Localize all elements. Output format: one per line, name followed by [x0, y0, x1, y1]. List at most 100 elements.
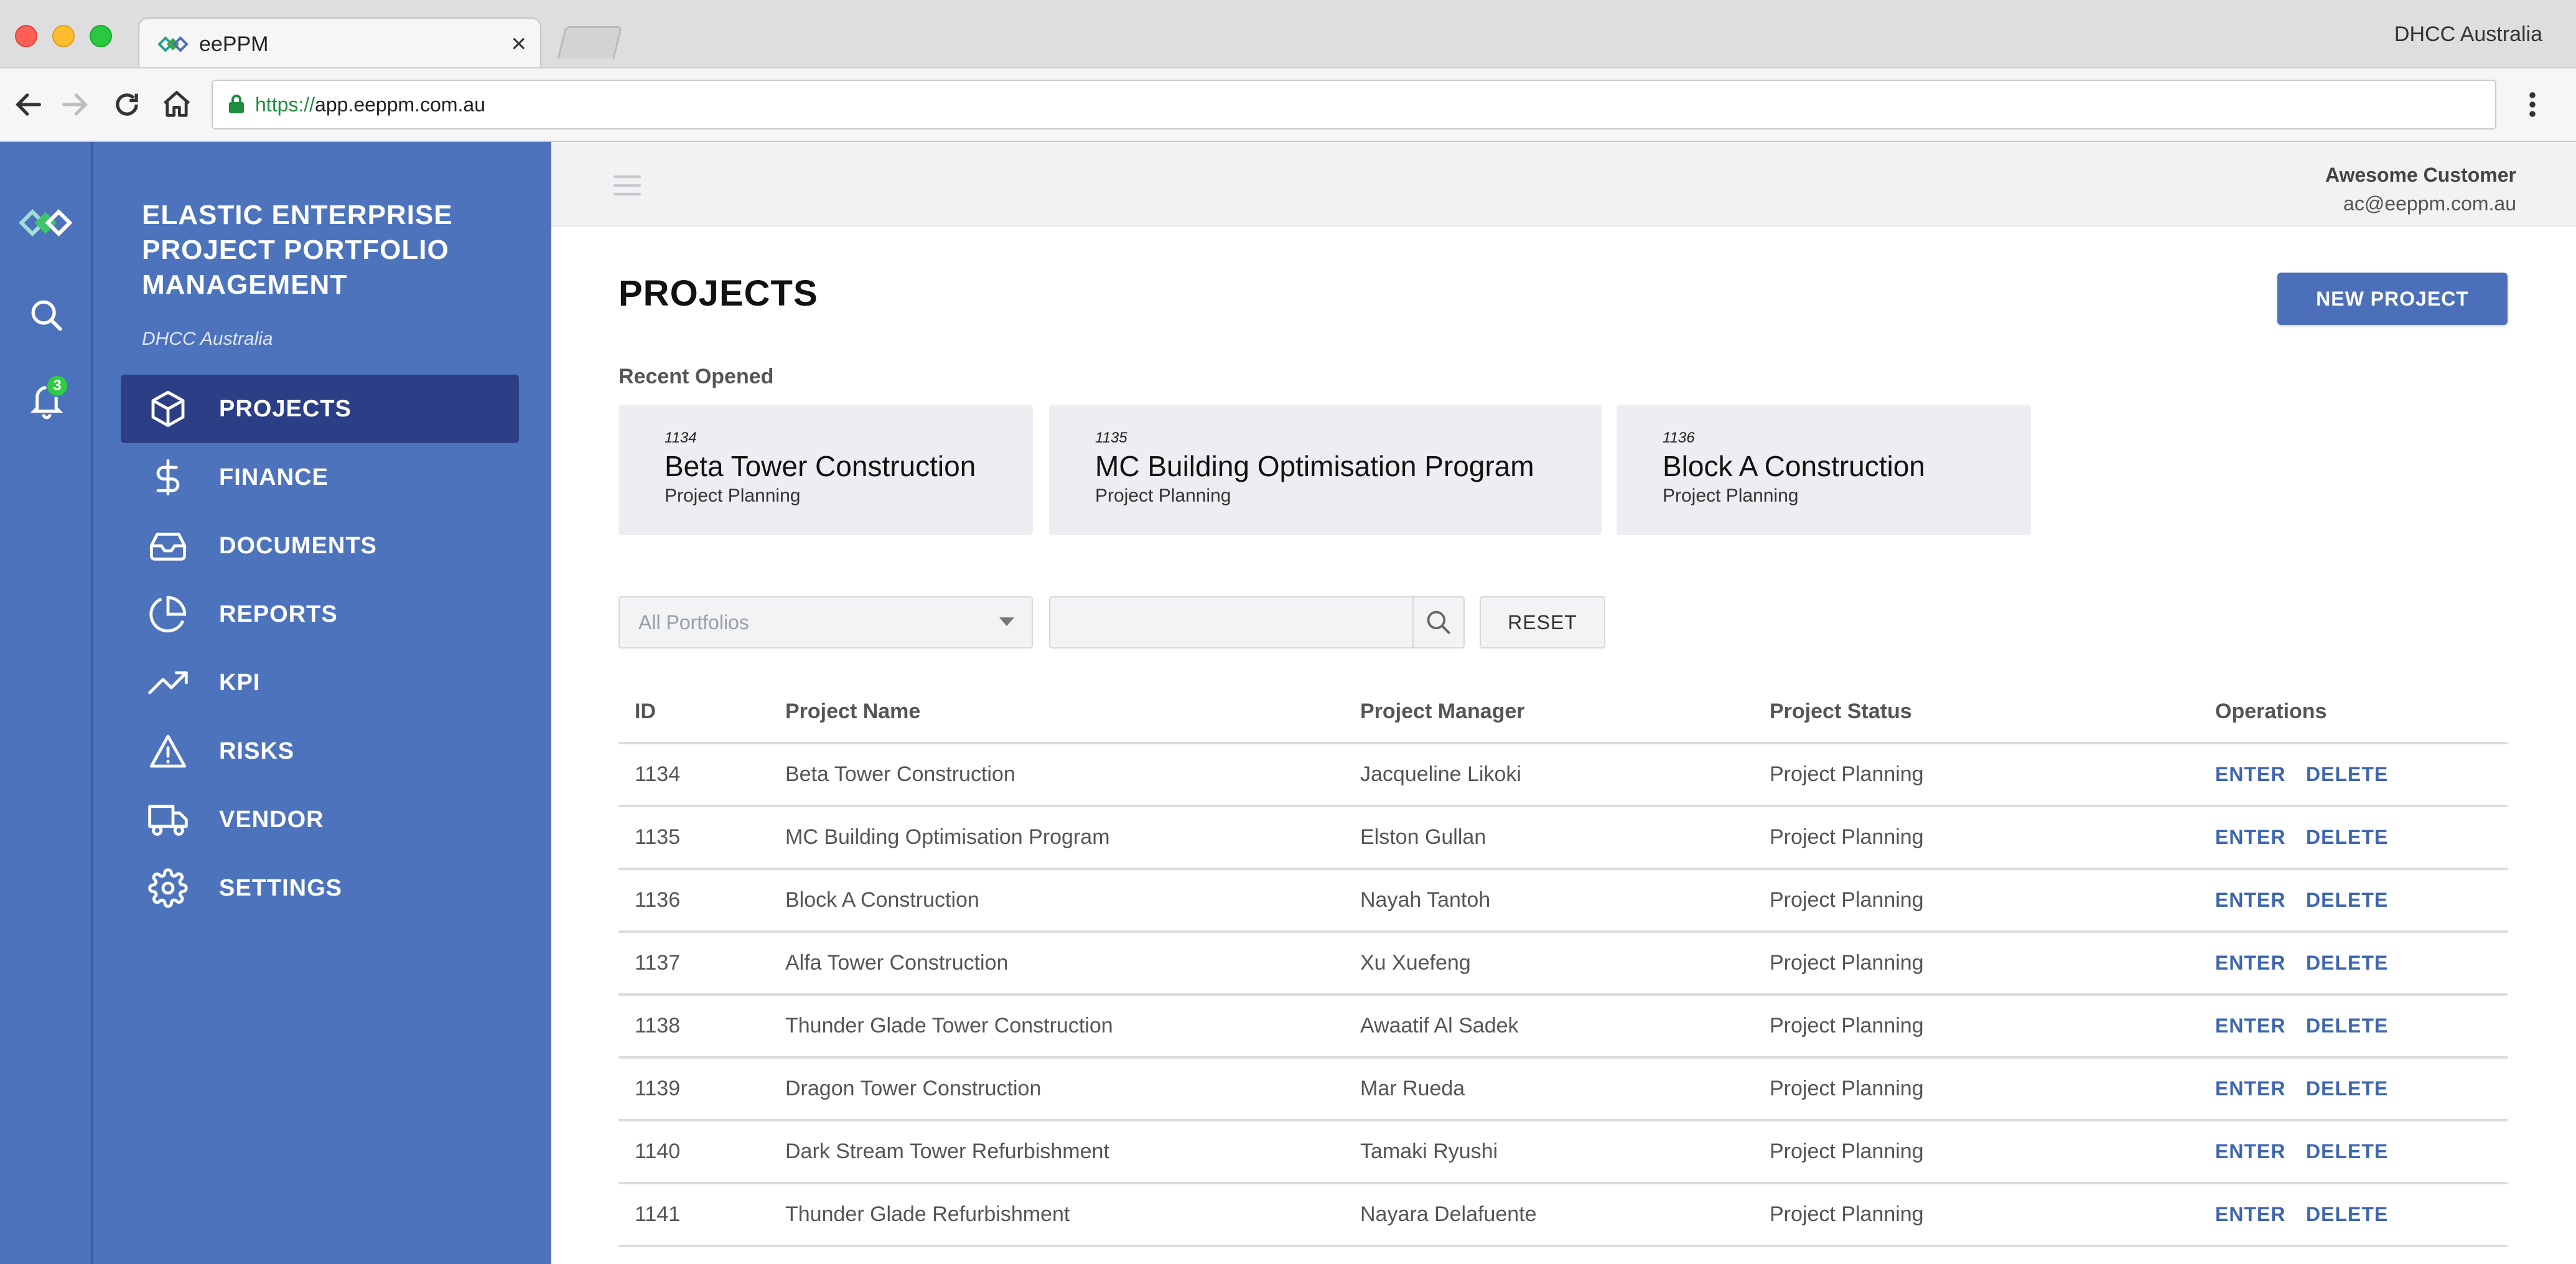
delete-link[interactable]: DELETE: [2306, 807, 2388, 868]
search-button[interactable]: [1412, 596, 1465, 648]
delete-link[interactable]: DELETE: [2306, 996, 2388, 1056]
tab-title: eePPM: [199, 32, 269, 56]
card-name: Block A Construction: [1663, 450, 1925, 482]
recent-project-card[interactable]: 1135 MC Building Optimisation Program Pr…: [1049, 405, 1602, 535]
hamburger-menu-icon[interactable]: [612, 173, 642, 201]
cell-project-status: Project Planning: [1770, 888, 1924, 912]
organization-name: DHCC Australia: [142, 329, 273, 349]
reload-button[interactable]: [107, 85, 147, 124]
reset-button[interactable]: RESET: [1480, 596, 1605, 648]
sidebar-item-finance[interactable]: FINANCE: [121, 443, 519, 512]
cell-project-status: Project Planning: [1770, 951, 1924, 975]
enter-link[interactable]: ENTER: [2215, 744, 2285, 805]
sidebar-item-reports[interactable]: REPORTS: [121, 580, 519, 648]
sidebar-item-documents[interactable]: DOCUMENTS: [121, 512, 519, 580]
search-input[interactable]: [1049, 596, 1415, 648]
brand-line: ELASTIC ENTERPRISE: [142, 200, 453, 230]
cell-project-name: Block A Construction: [785, 888, 979, 912]
recent-project-card[interactable]: 1134 Beta Tower Construction Project Pla…: [618, 405, 1033, 535]
gear-icon: [143, 866, 193, 910]
cell-project-status: Project Planning: [1770, 1014, 1924, 1037]
minimize-window-button[interactable]: [52, 25, 75, 47]
column-header-project-status[interactable]: Project Status: [1770, 681, 1912, 742]
enter-link[interactable]: ENTER: [2215, 1184, 2285, 1245]
card-name: Beta Tower Construction: [665, 450, 976, 482]
portfolio-select[interactable]: All Portfolios: [618, 596, 1033, 648]
column-header-project-manager[interactable]: Project Manager: [1360, 681, 1525, 742]
home-button[interactable]: [157, 85, 197, 124]
main-content: Awesome Customer ac@eeppm.com.au PROJECT…: [551, 142, 2576, 1264]
sidebar-item-label: REPORTS: [219, 601, 338, 627]
app-logo-icon[interactable]: [19, 204, 75, 245]
home-icon: [163, 91, 190, 117]
address-bar[interactable]: https://app.eeppm.com.au: [212, 80, 2496, 129]
cell-id: 1134: [635, 762, 681, 786]
new-project-button[interactable]: NEW PROJECT: [2277, 273, 2508, 325]
enter-link[interactable]: ENTER: [2215, 1121, 2285, 1182]
card-name: MC Building Optimisation Program: [1095, 450, 1534, 482]
enter-link[interactable]: ENTER: [2215, 807, 2285, 868]
sidebar-item-kpi[interactable]: KPI: [121, 648, 519, 717]
browser-profile-name[interactable]: DHCC Australia: [2394, 22, 2542, 47]
enter-link[interactable]: ENTER: [2215, 996, 2285, 1056]
table-row: 1136 Block A Construction Nayah Tantoh P…: [618, 870, 2508, 933]
brand-line: PROJECT PORTFOLIO: [142, 235, 449, 265]
column-header-project-name[interactable]: Project Name: [785, 681, 920, 742]
delete-link[interactable]: DELETE: [2306, 744, 2388, 805]
kebab-menu-icon: [2529, 92, 2536, 117]
cell-project-manager: Mar Rueda: [1360, 1077, 1465, 1100]
column-header-id[interactable]: ID: [635, 681, 656, 742]
cell-project-name: Dark Stream Tower Refurbishment: [785, 1140, 1109, 1163]
maximize-window-button[interactable]: [90, 25, 112, 47]
reset-button-label: RESET: [1508, 611, 1577, 634]
delete-link[interactable]: DELETE: [2306, 1059, 2388, 1119]
table-row: 1138 Thunder Glade Tower Construction Aw…: [618, 996, 2508, 1059]
sidebar-item-label: KPI: [219, 669, 261, 696]
card-id: 1136: [1663, 429, 1695, 446]
notifications-icon[interactable]: 3: [27, 375, 68, 424]
user-email: ac@eeppm.com.au: [2343, 192, 2516, 215]
new-tab-button[interactable]: [557, 26, 623, 59]
table-row: 1137 Alfa Tower Construction Xu Xuefeng …: [618, 933, 2508, 996]
table-row: 1140 Dark Stream Tower Refurbishment Tam…: [618, 1121, 2508, 1184]
card-id: 1134: [665, 429, 697, 446]
brand-title: ELASTIC ENTERPRISE PROJECT PORTFOLIO MAN…: [142, 198, 453, 302]
close-tab-icon[interactable]: ×: [511, 29, 526, 59]
delete-link[interactable]: DELETE: [2306, 870, 2388, 930]
table-row: 1139 Dragon Tower Construction Mar Rueda…: [618, 1059, 2508, 1121]
delete-link[interactable]: DELETE: [2306, 933, 2388, 993]
enter-link[interactable]: ENTER: [2215, 870, 2285, 930]
cell-project-name: Thunder Glade Refurbishment: [785, 1202, 1070, 1226]
sidebar-item-vendor[interactable]: VENDOR: [121, 785, 519, 854]
arrow-left-icon: [15, 93, 41, 116]
cell-project-name: Beta Tower Construction: [785, 762, 1015, 786]
sidebar: ELASTIC ENTERPRISE PROJECT PORTFOLIO MAN…: [93, 142, 551, 1264]
page-title: PROJECTS: [618, 273, 818, 314]
close-window-button[interactable]: [15, 25, 37, 47]
enter-link[interactable]: ENTER: [2215, 1059, 2285, 1119]
recent-opened-heading: Recent Opened: [618, 365, 774, 388]
sidebar-item-label: VENDOR: [219, 806, 324, 833]
enter-link[interactable]: ENTER: [2215, 933, 2285, 993]
search-icon[interactable]: [29, 297, 65, 337]
card-status: Project Planning: [1095, 485, 1231, 506]
sidebar-item-risks[interactable]: RISKS: [121, 717, 519, 785]
truck-icon: [143, 798, 193, 841]
card-status: Project Planning: [1663, 485, 1799, 506]
delete-link[interactable]: DELETE: [2306, 1184, 2388, 1245]
forward-button[interactable]: [55, 85, 95, 124]
sidebar-item-label: SETTINGS: [219, 874, 343, 901]
cell-project-name: MC Building Optimisation Program: [785, 825, 1110, 849]
recent-project-card[interactable]: 1136 Block A Construction Project Planni…: [1617, 405, 2031, 535]
sidebar-item-projects[interactable]: PROJECTS: [121, 375, 519, 443]
portfolio-select-value: All Portfolios: [638, 611, 749, 634]
delete-link[interactable]: DELETE: [2306, 1121, 2388, 1182]
browser-tab[interactable]: eePPM ×: [138, 17, 541, 68]
cell-project-manager: Elston Gullan: [1360, 825, 1486, 849]
user-info[interactable]: Awesome Customer ac@eeppm.com.au: [2325, 161, 2516, 218]
back-button[interactable]: [9, 85, 49, 124]
browser-menu-button[interactable]: [2513, 85, 2552, 124]
cell-project-manager: Awaatif Al Sadek: [1360, 1014, 1519, 1037]
sidebar-item-settings[interactable]: SETTINGS: [121, 854, 519, 922]
column-header-operations: Operations: [2215, 699, 2327, 723]
